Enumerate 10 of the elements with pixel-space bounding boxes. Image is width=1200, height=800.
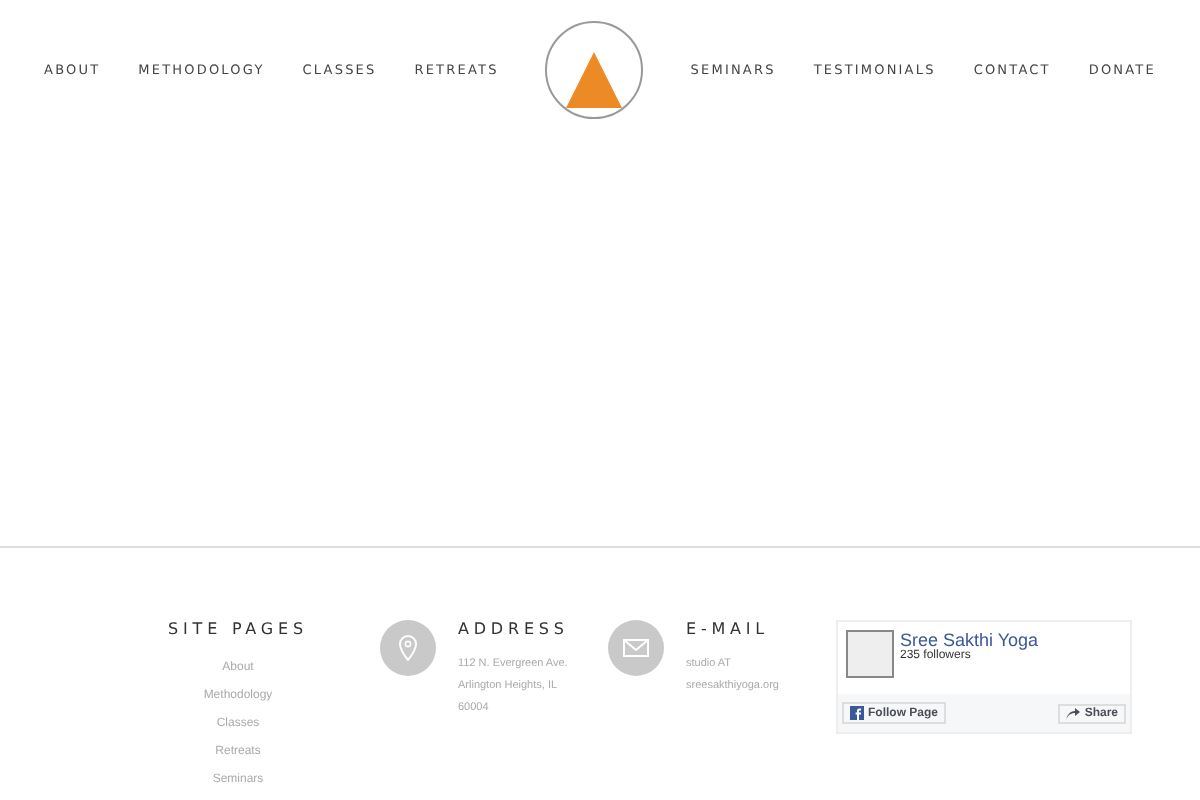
footer-heading: SITE PAGES: [168, 620, 308, 638]
page-name-link[interactable]: Sree Sakthi Yoga: [900, 630, 1039, 650]
footer-heading: ADDRESS: [458, 620, 569, 638]
triangle-logo-icon[interactable]: [544, 20, 645, 120]
envelope-icon: [608, 620, 664, 676]
photo-placeholder: [846, 630, 894, 678]
location-pin-icon: [380, 620, 436, 676]
share-arrow-icon: [1066, 707, 1081, 719]
facebook-logo-icon: [850, 706, 864, 720]
footer-heading: E-MAIL: [686, 620, 772, 638]
